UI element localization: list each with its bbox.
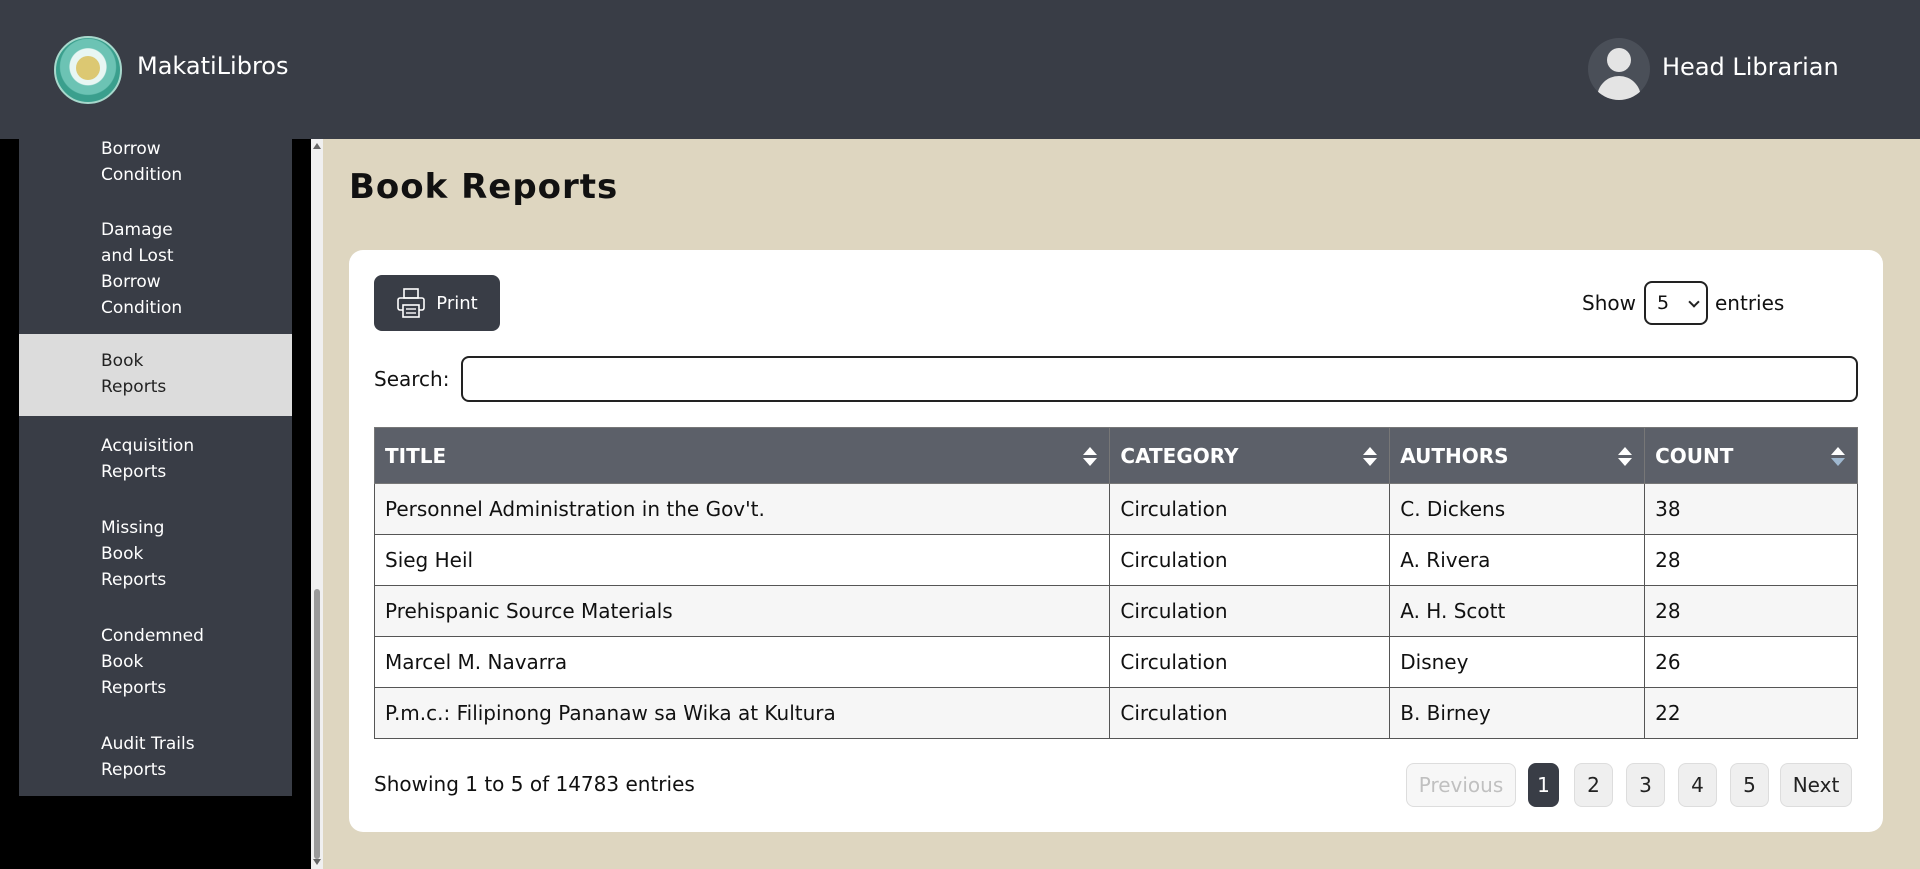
cell-authors: Disney: [1389, 636, 1646, 688]
page-button-3[interactable]: 3: [1626, 763, 1665, 807]
cell-authors: C. Dickens: [1389, 483, 1646, 535]
table-row: P.m.c.: Filipinong Pananaw sa Wika at Ku…: [373, 687, 1858, 739]
chevron-down-icon: [1688, 296, 1700, 308]
sidebar-item-damage-lost-borrow-condition[interactable]: Damage and Lost Borrow Condition: [19, 215, 292, 319]
column-header-title[interactable]: TITLE: [373, 427, 1111, 484]
print-label: Print: [436, 292, 478, 314]
top-bar: MakatiLibros Head Librarian: [0, 0, 1920, 139]
sidebar-item-label: Audit Trails: [101, 734, 195, 754]
cell-title: Prehispanic Source Materials: [373, 585, 1111, 637]
cell-count: 38: [1644, 483, 1858, 535]
cell-category: Circulation: [1109, 483, 1391, 535]
search-label: Search:: [374, 367, 450, 391]
page-title: Book Reports: [349, 167, 619, 207]
cell-category: Circulation: [1109, 585, 1391, 637]
cell-authors: A. Rivera: [1389, 534, 1646, 586]
column-header-label: COUNT: [1655, 443, 1734, 468]
cell-authors: B. Birney: [1389, 687, 1646, 739]
entries-select[interactable]: 5: [1644, 281, 1708, 325]
sidebar-item-acquisition-reports[interactable]: Acquisition Reports: [19, 431, 292, 487]
cell-title: Marcel M. Navarra: [373, 636, 1111, 688]
printer-icon: [397, 288, 426, 318]
page-button-4[interactable]: 4: [1678, 763, 1717, 807]
previous-page-button[interactable]: Previous: [1406, 763, 1516, 807]
table-row: Marcel M. Navarra Circulation Disney 26: [373, 636, 1858, 688]
library-logo[interactable]: [54, 36, 122, 104]
main-content: Book Reports Print Show 5 entries Search…: [323, 139, 1920, 869]
cell-title: P.m.c.: Filipinong Pananaw sa Wika at Ku…: [373, 687, 1111, 739]
sidebar-item-label: Reports: [101, 377, 167, 397]
scroll-thumb[interactable]: [314, 589, 320, 859]
column-header-count[interactable]: COUNT: [1644, 427, 1858, 484]
search-input[interactable]: [461, 356, 1858, 402]
column-header-label: CATEGORY: [1120, 443, 1239, 468]
sort-icon: [1083, 447, 1098, 467]
sidebar-item-condemned-book-reports[interactable]: Condemned Book Reports: [19, 621, 292, 701]
user-name[interactable]: Head Librarian: [1662, 53, 1839, 81]
cell-category: Circulation: [1109, 687, 1391, 739]
sidebar-item-label: Book: [101, 652, 144, 672]
sidebar-item-label: Missing: [101, 518, 165, 538]
cell-count: 28: [1644, 534, 1858, 586]
sidebar-item-book-reports[interactable]: Book Reports: [19, 334, 292, 416]
sidebar-item-label: Borrow: [101, 272, 161, 292]
cell-count: 22: [1644, 687, 1858, 739]
sidebar: Borrow Condition Damage and Lost Borrow …: [19, 139, 292, 796]
table-row: Prehispanic Source Materials Circulation…: [373, 585, 1858, 637]
sidebar-item-label: Condemned: [101, 626, 204, 646]
sidebar-item-label: Reports: [101, 570, 167, 590]
sidebar-item-label: Condition: [101, 165, 183, 185]
report-card: Print Show 5 entries Search: TITLE CATEG…: [349, 250, 1883, 832]
column-header-category[interactable]: CATEGORY: [1109, 427, 1391, 484]
page-scrollbar[interactable]: [311, 139, 323, 869]
cell-count: 26: [1644, 636, 1858, 688]
sidebar-item-borrow-condition[interactable]: Borrow Condition: [19, 134, 292, 190]
column-header-authors[interactable]: AUTHORS: [1389, 427, 1646, 484]
sidebar-item-label: Reports: [101, 760, 167, 780]
show-label: Show: [1582, 291, 1636, 315]
sidebar-item-label: Acquisition: [101, 436, 195, 456]
print-button[interactable]: Print: [374, 275, 500, 331]
cell-category: Circulation: [1109, 636, 1391, 688]
next-page-button[interactable]: Next: [1780, 763, 1852, 807]
cell-title: Personnel Administration in the Gov't.: [373, 483, 1111, 535]
sort-icon: [1363, 447, 1378, 467]
user-avatar-icon[interactable]: [1588, 38, 1650, 100]
table-header-row: TITLE CATEGORY AUTHORS COUNT: [373, 427, 1858, 484]
cell-authors: A. H. Scott: [1389, 585, 1646, 637]
cell-category: Circulation: [1109, 534, 1391, 586]
cell-count: 28: [1644, 585, 1858, 637]
scroll-up-icon[interactable]: [313, 143, 321, 149]
sidebar-item-label: Book: [101, 351, 144, 371]
table-row: Sieg Heil Circulation A. Rivera 28: [373, 534, 1858, 586]
page-button-1[interactable]: 1: [1528, 763, 1559, 807]
app-name[interactable]: MakatiLibros: [137, 52, 288, 80]
cell-title: Sieg Heil: [373, 534, 1111, 586]
sidebar-item-label: Condition: [101, 298, 183, 318]
entries-label: entries: [1715, 291, 1785, 315]
sidebar-item-label: Damage: [101, 220, 173, 240]
page-button-5[interactable]: 5: [1730, 763, 1769, 807]
sidebar-item-missing-book-reports[interactable]: Missing Book Reports: [19, 513, 292, 593]
sidebar-item-label: Book: [101, 544, 144, 564]
book-reports-table: TITLE CATEGORY AUTHORS COUNT Personnel A…: [373, 427, 1858, 739]
sort-descending-icon: [1831, 447, 1845, 467]
entries-select-value: 5: [1657, 292, 1670, 314]
sidebar-item-label: Reports: [101, 678, 167, 698]
table-info: Showing 1 to 5 of 14783 entries: [374, 772, 695, 796]
sidebar-item-label: Reports: [101, 462, 167, 482]
scroll-down-icon[interactable]: [313, 859, 321, 865]
table-row: Personnel Administration in the Gov't. C…: [373, 483, 1858, 535]
column-header-label: AUTHORS: [1400, 443, 1509, 468]
sort-icon: [1618, 447, 1633, 467]
sidebar-item-audit-trails-reports[interactable]: Audit Trails Reports: [19, 729, 292, 785]
sidebar-item-label: and Lost: [101, 246, 174, 266]
column-header-label: TITLE: [385, 443, 447, 468]
page-button-2[interactable]: 2: [1574, 763, 1613, 807]
sidebar-item-label: Borrow: [101, 139, 161, 159]
